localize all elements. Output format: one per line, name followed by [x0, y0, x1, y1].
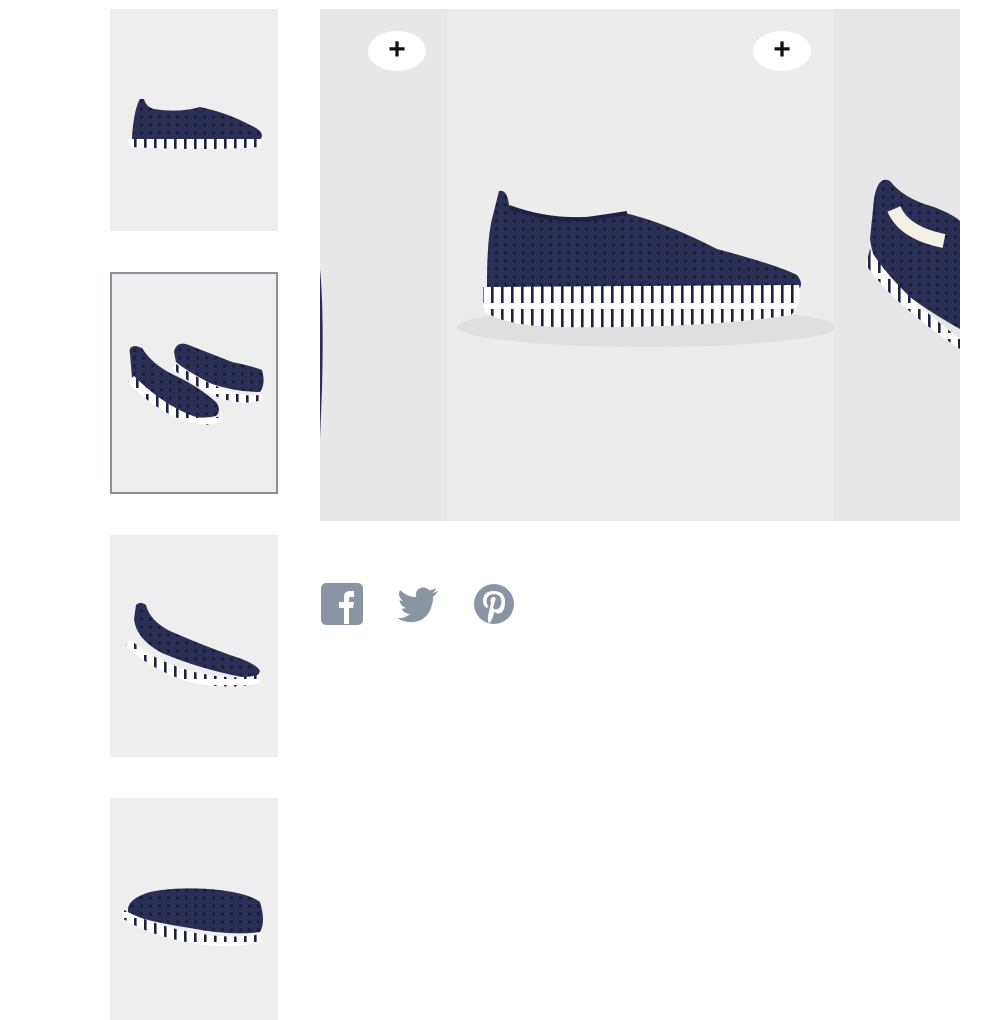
plus-icon: + [773, 33, 791, 66]
previous-slide[interactable] [320, 9, 447, 521]
current-slide[interactable] [447, 9, 834, 521]
shoe-three-quarter-view-icon [110, 535, 278, 757]
zoom-button[interactable]: + [753, 31, 811, 71]
navy-perforated-slip-on-shoe-icon [447, 9, 834, 521]
thumbnail-2[interactable] [110, 272, 278, 494]
facebook-share-button[interactable] [320, 582, 364, 626]
facebook-icon [321, 583, 363, 625]
main-image-carousel[interactable]: + + [320, 9, 960, 521]
thumbnail-3[interactable] [110, 535, 278, 757]
next-slide[interactable] [834, 9, 960, 521]
shoe-partial-view-icon [320, 9, 447, 521]
shoe-partial-view-icon [834, 9, 960, 521]
shoe-rear-view-icon [110, 798, 278, 1020]
pinterest-icon [474, 584, 514, 624]
twitter-icon [397, 587, 438, 623]
social-share-bar [320, 582, 516, 626]
thumbnail-1[interactable] [110, 9, 278, 231]
pinterest-share-button[interactable] [472, 582, 516, 626]
twitter-share-button[interactable] [396, 582, 440, 626]
shoe-pair-view-icon [112, 274, 276, 492]
thumbnail-4[interactable] [110, 798, 278, 1020]
zoom-button[interactable]: + [368, 31, 426, 71]
shoe-side-view-icon [110, 9, 278, 231]
plus-icon: + [388, 33, 406, 66]
